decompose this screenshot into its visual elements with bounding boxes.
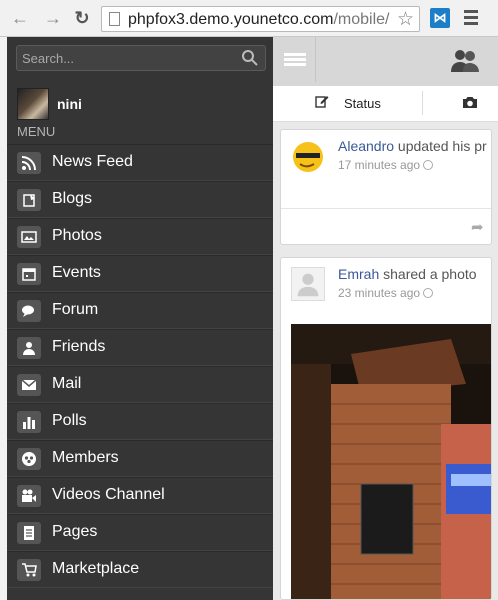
camera-icon[interactable] — [462, 95, 478, 109]
sidebar-item-events[interactable]: Events — [7, 255, 273, 292]
sidebar-item-label: Members — [52, 449, 119, 466]
post-headline: Aleandro updated his pr — [338, 138, 487, 154]
sidebar-item-members[interactable]: Members — [7, 440, 273, 477]
post-actor-link[interactable]: Emrah — [338, 266, 379, 282]
sidebar-item-label: Events — [52, 264, 101, 281]
photo-icon — [17, 226, 41, 248]
members-icon — [17, 448, 41, 470]
url-host: phpfox3.demo.younetco.com — [128, 11, 334, 28]
browser-toolbar: ← → ↻ phpfox3.demo.younetco.com/mobile/ … — [0, 0, 498, 37]
post-headline: Emrah shared a photo — [338, 266, 477, 282]
blog-icon — [17, 189, 41, 211]
mail-icon — [17, 374, 41, 396]
reload-button[interactable]: ↻ — [72, 8, 92, 28]
menu-list: News Feed Blogs Photos Events Forum Frie… — [7, 144, 273, 588]
post-time-text: 17 minutes ago — [338, 158, 421, 172]
post-timestamp: 17 minutes ago — [338, 158, 434, 172]
menu-label: MENU — [17, 124, 56, 139]
friend-requests-icon[interactable] — [449, 47, 481, 73]
sidebar-item-label: News Feed — [52, 153, 133, 170]
sidebar-item-pages[interactable]: Pages — [7, 514, 273, 551]
search-icon[interactable] — [241, 49, 259, 67]
globe-icon — [423, 288, 434, 298]
sidebar-item-label: Friends — [52, 338, 106, 355]
sidebar-item-label: Polls — [52, 412, 87, 429]
cart-icon — [17, 559, 41, 581]
back-button[interactable]: ← — [10, 8, 30, 28]
sidebar-item-marketplace[interactable]: Marketplace — [7, 551, 273, 588]
divider — [422, 91, 423, 115]
sidebar-item-label: Marketplace — [52, 560, 140, 577]
url-text[interactable]: phpfox3.demo.younetco.com/mobile/ — [128, 11, 390, 29]
sidebar-item-friends[interactable]: Friends — [7, 329, 273, 366]
sidebar-item-label: Mail — [52, 375, 82, 392]
post-avatar[interactable] — [291, 267, 325, 301]
hamburger-menu-icon[interactable] — [273, 37, 316, 82]
sidebar-item-label: Pages — [52, 523, 98, 540]
sidebar-item-videos-channel[interactable]: Videos Channel — [7, 477, 273, 514]
url-path: /mobile/ — [333, 11, 390, 28]
page-icon — [109, 12, 120, 26]
friends-icon — [17, 337, 41, 359]
poll-icon — [17, 411, 41, 433]
avatar[interactable] — [17, 88, 49, 120]
post-timestamp: 23 minutes ago — [338, 286, 434, 300]
sidebar-item-forum[interactable]: Forum — [7, 292, 273, 329]
user-profile[interactable]: nini — [17, 88, 267, 120]
bookmark-star-icon[interactable]: ☆ — [397, 8, 414, 31]
post-actor-link[interactable]: Aleandro — [338, 138, 394, 154]
pages-icon — [17, 522, 41, 544]
forum-icon — [17, 300, 41, 322]
browser-menu-icon[interactable] — [464, 10, 478, 26]
sidebar-item-label: Photos — [52, 227, 102, 244]
search-input[interactable] — [17, 46, 237, 70]
status-button[interactable]: Status — [344, 96, 381, 111]
calendar-icon — [17, 263, 41, 285]
sidebar-item-mail[interactable]: Mail — [7, 366, 273, 403]
post-action: shared a photo — [379, 266, 477, 282]
forward-button[interactable]: → — [43, 8, 63, 28]
sidebar-item-blogs[interactable]: Blogs — [7, 181, 273, 218]
sidebar: nini MENU News Feed Blogs Photos Events … — [7, 37, 273, 600]
feed-item: Aleandro updated his pr 17 minutes ago ➦ — [280, 129, 492, 245]
sidebar-item-label: Forum — [52, 301, 99, 318]
globe-icon — [423, 160, 434, 170]
main-content: Status Aleandro updated his pr 17 minute… — [273, 37, 498, 600]
post-action: updated his pr — [394, 138, 487, 154]
divider — [281, 208, 491, 209]
sidebar-item-photos[interactable]: Photos — [7, 218, 273, 255]
extension-icon[interactable]: ⋈ — [430, 8, 450, 28]
share-icon[interactable]: ➦ — [471, 218, 484, 236]
username[interactable]: nini — [57, 96, 82, 112]
composer-bar: Status — [273, 86, 498, 122]
sidebar-item-polls[interactable]: Polls — [7, 403, 273, 440]
sidebar-item-label: Blogs — [52, 190, 93, 207]
sidebar-item-news-feed[interactable]: News Feed — [7, 144, 273, 181]
sidebar-item-label: Videos Channel — [52, 486, 165, 503]
edit-icon[interactable] — [315, 94, 329, 108]
post-time-text: 23 minutes ago — [338, 286, 421, 300]
search-box — [16, 45, 266, 71]
shared-photo[interactable] — [291, 324, 492, 600]
video-icon — [17, 485, 41, 507]
post-avatar[interactable] — [291, 139, 325, 173]
feed-item: Emrah shared a photo 23 minutes ago — [280, 257, 492, 600]
top-bar — [273, 37, 498, 86]
address-bar[interactable]: phpfox3.demo.younetco.com/mobile/ ☆ — [101, 6, 420, 32]
rss-icon — [17, 152, 41, 174]
